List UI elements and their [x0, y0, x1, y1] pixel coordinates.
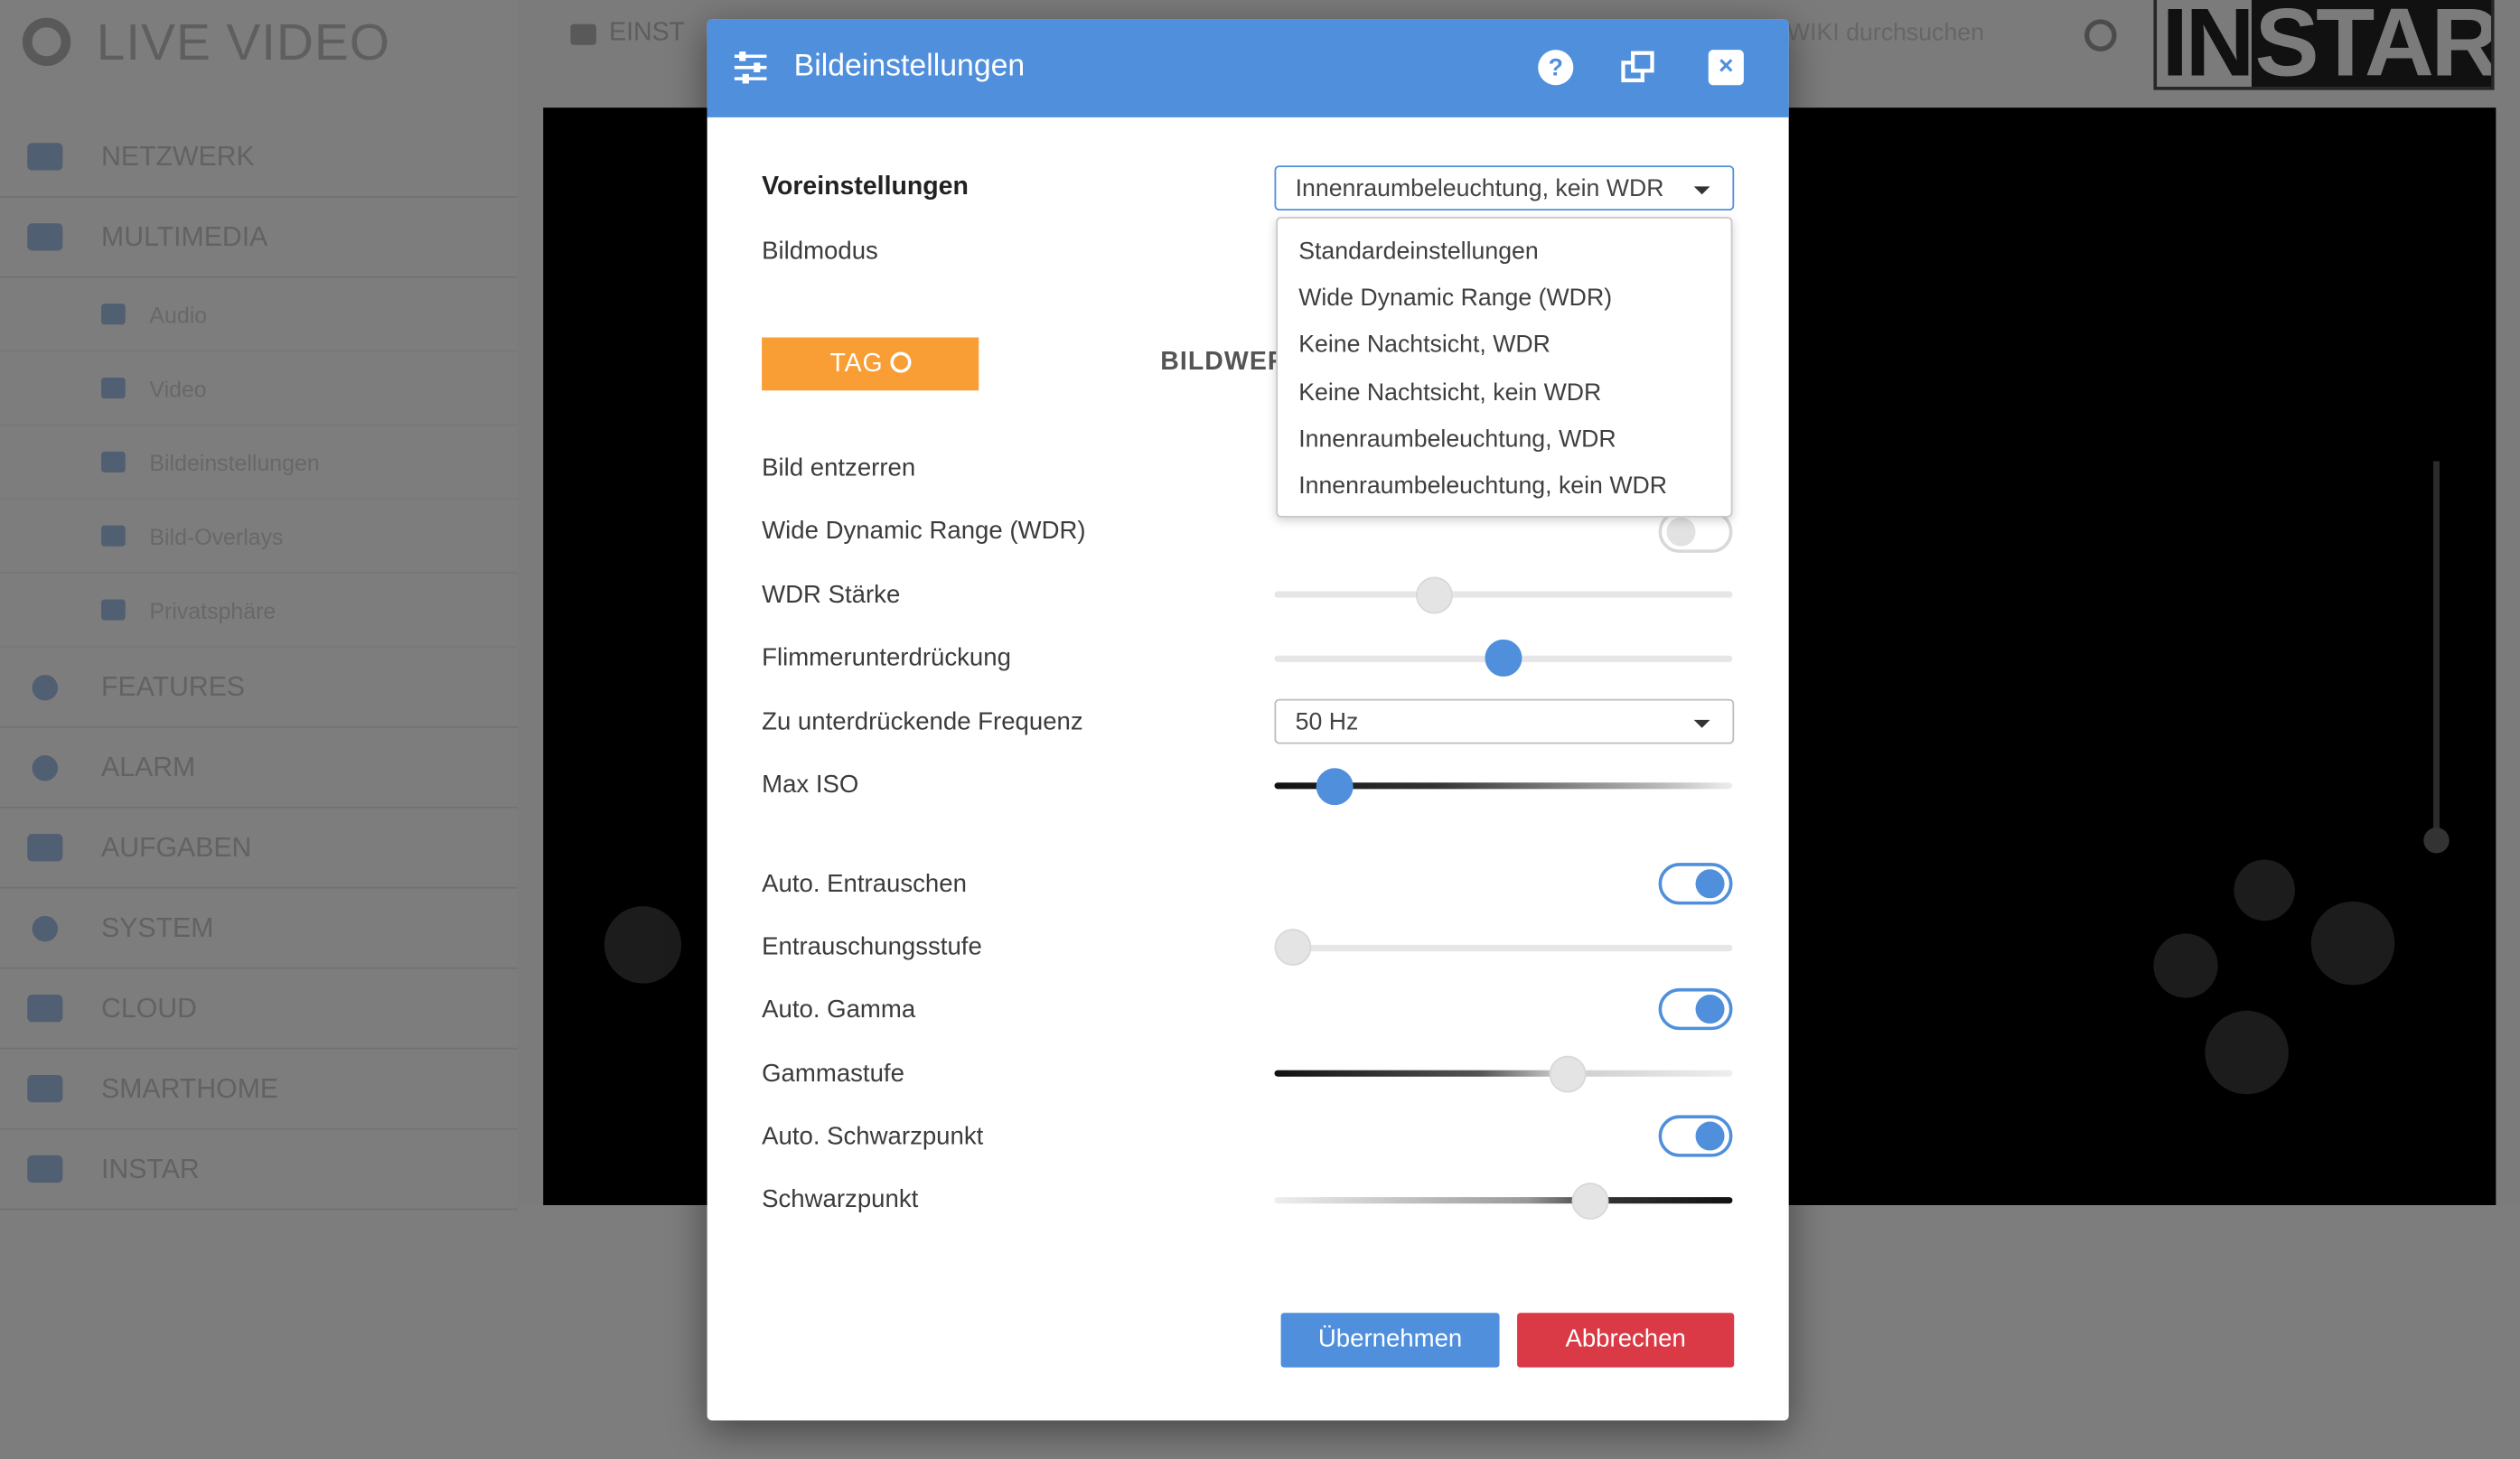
frequenz-select[interactable]: 50 Hz	[1274, 698, 1735, 744]
auto-schwarzpunkt-label: Auto. Schwarzpunkt	[762, 1123, 984, 1151]
caret-down-icon	[1693, 186, 1710, 195]
calendar-icon	[27, 834, 63, 862]
auto-entrauschen-label: Auto. Entrauschen	[762, 871, 967, 899]
instar-icon	[27, 1155, 63, 1183]
sidebar-subitem-bildeinstellungen[interactable]: Bildeinstellungen	[0, 426, 518, 500]
sidebar-subitem-bild-overlays[interactable]: Bild-Overlays	[0, 500, 518, 574]
caret-down-icon	[1693, 719, 1710, 728]
gammastufe-label: Gammastufe	[762, 1060, 904, 1089]
cancel-button[interactable]: Abbrechen	[1517, 1313, 1735, 1368]
bell-icon	[32, 754, 59, 781]
sidebar-subitem-audio[interactable]: Audio	[0, 278, 518, 352]
tab-day[interactable]: TAG	[762, 337, 979, 391]
bild-entzerren-label: Bild entzerren	[762, 454, 916, 482]
zoom-out-icon[interactable]	[2234, 859, 2295, 921]
zoom-slider[interactable]	[2432, 461, 2440, 847]
instar-logo: INSTAR	[2153, 0, 2495, 90]
toggle-knob	[1695, 869, 1725, 899]
sidebar-item-instar[interactable]: INSTAR	[0, 1129, 518, 1211]
sidebar-item-alarm[interactable]: ALARM	[0, 728, 518, 809]
schwarzpunkt-label: Schwarzpunkt	[762, 1185, 919, 1213]
flimmer-slider-handle[interactable]	[1485, 639, 1522, 677]
gammastufe-slider[interactable]	[1274, 1070, 1733, 1077]
features-icon	[32, 674, 59, 700]
sidebar-item-cloud[interactable]: CLOUD	[0, 969, 518, 1050]
presets-label: Voreinstellungen	[762, 173, 969, 201]
brand-title: LIVE VIDEO	[96, 12, 390, 70]
brand: LIVE VIDEO	[22, 10, 390, 74]
zoom-icon[interactable]	[2310, 901, 2395, 986]
wiki-search-input[interactable]: WIKI durchsuchen	[1787, 19, 1984, 46]
presets-option[interactable]: Innenraumbeleuchtung, kein WDR	[1278, 466, 1731, 513]
max-iso-label: Max ISO	[762, 771, 859, 800]
auto-schwarzpunkt-toggle[interactable]	[1658, 1115, 1733, 1157]
wdr-staerke-label: WDR Stärke	[762, 581, 901, 610]
sliders-icon	[734, 51, 767, 84]
help-icon[interactable]: ?	[1538, 50, 1574, 86]
presets-option[interactable]: Standardeinstellungen	[1278, 231, 1731, 278]
toggle-knob	[1695, 995, 1725, 1024]
sidebar-item-multimedia[interactable]: MULTIMEDIA	[0, 198, 518, 278]
apply-button[interactable]: Übernehmen	[1280, 1313, 1500, 1368]
entrauschungsstufe-slider[interactable]	[1274, 944, 1733, 951]
dialog-header: Bildeinstellungen ? ×	[707, 19, 1789, 117]
search-video-icon[interactable]	[2205, 1010, 2289, 1095]
speaker-icon	[101, 304, 126, 325]
gammastufe-slider-handle[interactable]	[1549, 1055, 1587, 1093]
zoom-slider-handle[interactable]	[2423, 828, 2450, 854]
frequenz-label: Zu unterdrückende Frequenz	[762, 708, 1083, 736]
briefcase-icon	[570, 23, 596, 44]
presets-option[interactable]: Keine Nachtsicht, kein WDR	[1278, 372, 1731, 419]
presets-option[interactable]: Keine Nachtsicht, WDR	[1278, 325, 1731, 372]
sun-icon	[889, 351, 911, 373]
eye-slash-icon	[101, 599, 126, 621]
sidebar-item-smarthome[interactable]: SMARTHOME	[0, 1049, 518, 1130]
image-settings-dialog: Bildeinstellungen ? × Voreinstellungen I…	[707, 19, 1789, 1421]
bildmodus-label: Bildmodus	[762, 238, 878, 266]
entrauschungsstufe-label: Entrauschungsstufe	[762, 933, 982, 961]
schwarzpunkt-slider[interactable]	[1274, 1197, 1733, 1204]
film-icon	[101, 377, 126, 399]
cloud-icon	[27, 995, 63, 1023]
schwarzpunkt-slider-handle[interactable]	[1571, 1183, 1609, 1221]
brand-logo-icon	[22, 17, 71, 66]
sidebar-subitem-privatsphaere[interactable]: Privatsphäre	[0, 574, 518, 648]
sidebar: LIVE VIDEO NETZWERK MULTIMEDIA Audio Vid…	[0, 0, 518, 1459]
toggle-knob	[1666, 517, 1696, 547]
presets-dropdown-menu: Standardeinstellungen Wide Dynamic Range…	[1276, 217, 1733, 518]
arrow-left-icon[interactable]	[604, 906, 682, 984]
image-icon	[27, 223, 63, 251]
wdr-staerke-slider[interactable]	[1274, 591, 1733, 598]
search-icon[interactable]	[2084, 19, 2117, 51]
network-icon	[27, 143, 63, 171]
dialog-title: Bildeinstellungen	[793, 50, 1026, 84]
sliders-icon	[101, 451, 126, 472]
sidebar-item-netzwerk[interactable]: NETZWERK	[0, 117, 518, 198]
tab-bildwerte[interactable]: BILDWERTE	[1160, 349, 1276, 378]
sidebar-nav: NETZWERK MULTIMEDIA Audio Video Bildeins…	[0, 117, 518, 1211]
auto-gamma-label: Auto. Gamma	[762, 996, 916, 1024]
auto-gamma-toggle[interactable]	[1658, 987, 1733, 1031]
sidebar-item-system[interactable]: SYSTEM	[0, 889, 518, 969]
entrauschungsstufe-slider-handle[interactable]	[1274, 929, 1312, 966]
sidebar-subitem-video[interactable]: Video	[0, 352, 518, 426]
presets-option[interactable]: Wide Dynamic Range (WDR)	[1278, 278, 1731, 325]
tag-icon	[101, 525, 126, 547]
wdr-staerke-slider-handle[interactable]	[1416, 576, 1454, 614]
sidebar-item-features[interactable]: FEATURES	[0, 648, 518, 728]
wdr-label: Wide Dynamic Range (WDR)	[762, 517, 1086, 545]
flimmer-label: Flimmerunterdrückung	[762, 644, 1011, 672]
toggle-knob	[1695, 1121, 1725, 1151]
sidebar-item-aufgaben[interactable]: AUFGABEN	[0, 809, 518, 889]
auto-entrauschen-toggle[interactable]	[1658, 863, 1733, 905]
home-icon	[27, 1074, 63, 1103]
presets-option[interactable]: Innenraumbeleuchtung, WDR	[1278, 419, 1731, 466]
presets-select[interactable]: Innenraumbeleuchtung, kein WDR	[1274, 165, 1735, 211]
window-restore-icon[interactable]	[1620, 50, 1655, 85]
gear-icon	[32, 914, 59, 941]
max-iso-slider-handle[interactable]	[1315, 768, 1353, 806]
topbar-tab-einstellungen[interactable]: EINST	[570, 19, 685, 48]
zoom-in-icon[interactable]	[2153, 933, 2218, 998]
close-icon[interactable]: ×	[1708, 50, 1744, 86]
